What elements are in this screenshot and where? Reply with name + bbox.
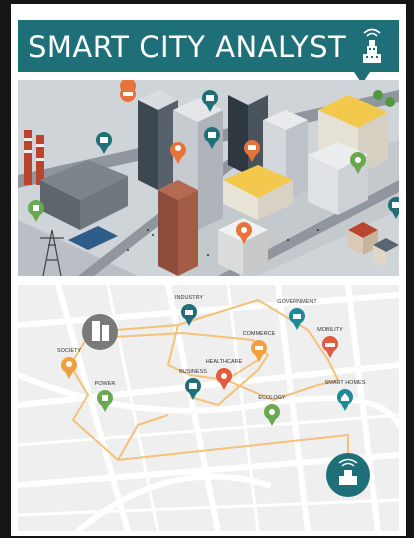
people-icon <box>61 357 77 379</box>
briefcase-icon <box>185 378 201 400</box>
city-artwork <box>18 80 399 276</box>
title-banner: SMART CITY ANALYST <box>18 20 399 72</box>
node-label-business: BUSINESS <box>179 369 207 375</box>
cart-icon <box>251 340 267 362</box>
city-illustration <box>18 80 399 276</box>
node-label-power: POWER <box>94 381 116 387</box>
node-label-smart-homes: SMART HOMES <box>324 380 366 386</box>
node-label-industry: INDUSTRY <box>174 295 204 301</box>
bank-icon <box>289 308 305 330</box>
node-label-healthcare: HEALTHCARE <box>205 359 243 365</box>
car-icon <box>322 336 338 358</box>
banner-title: SMART CITY ANALYST <box>28 30 347 64</box>
heart-icon <box>216 368 232 390</box>
city-hub-icon <box>82 314 118 350</box>
node-label-ecology: ECOLOGY <box>258 395 286 401</box>
smart-building-icon <box>363 28 381 63</box>
factory-icon <box>181 304 197 326</box>
smart-building-hub-icon <box>326 453 370 497</box>
node-label-society: SOCIETY <box>56 348 82 354</box>
node-label-commerce: COMMERCE <box>242 331 276 337</box>
power-icon <box>97 390 113 412</box>
node-label-government: GOVERNMENT <box>277 299 317 305</box>
node-label-mobility: MOBILITY <box>317 327 343 333</box>
leaf-icon <box>264 404 280 426</box>
network-map: INDUSTRY GOVERNMENT COMMERCE MOBILITY HE… <box>18 285 399 531</box>
house-icon <box>337 389 353 411</box>
poster: SMART CITY ANALYST INDUSTRY GOVERNMENT C… <box>11 4 406 536</box>
